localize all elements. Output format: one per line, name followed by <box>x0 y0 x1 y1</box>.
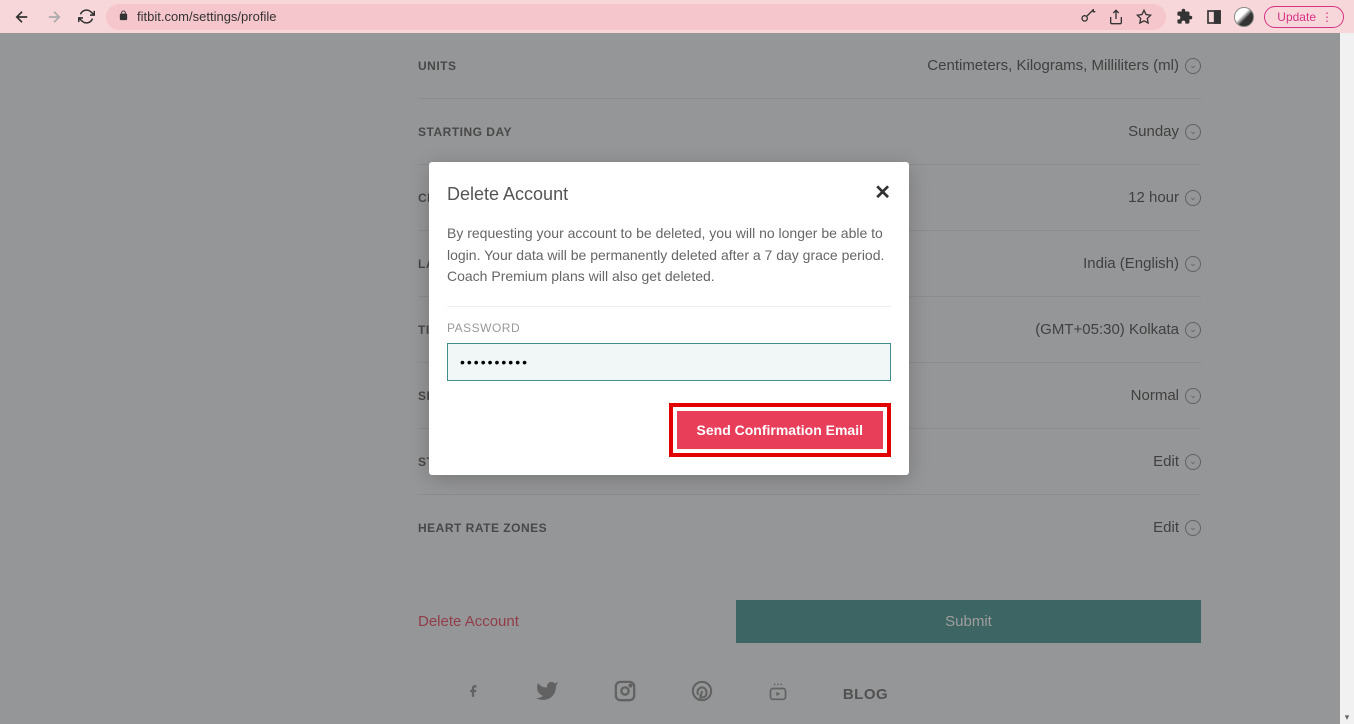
delete-account-modal: ✕ Delete Account By requesting your acco… <box>429 162 909 475</box>
modal-actions: Send Confirmation Email <box>447 403 891 457</box>
panel-icon[interactable] <box>1204 7 1224 27</box>
modal-description: By requesting your account to be deleted… <box>447 223 891 307</box>
close-icon[interactable]: ✕ <box>874 180 891 205</box>
scrollbar[interactable]: ▾ <box>1340 33 1354 724</box>
update-button[interactable]: Update ⋮ <box>1264 6 1344 28</box>
toolbar-right-icons: Update ⋮ <box>1174 6 1344 28</box>
profile-avatar[interactable] <box>1234 7 1254 27</box>
back-button[interactable] <box>10 5 34 29</box>
extensions-icon[interactable] <box>1174 7 1194 27</box>
highlight-annotation: Send Confirmation Email <box>669 403 891 457</box>
forward-button[interactable] <box>42 5 66 29</box>
share-icon[interactable] <box>1106 7 1126 27</box>
menu-dots-icon: ⋮ <box>1321 10 1333 24</box>
page-content: UNITSCentimeters, Kilograms, Milliliters… <box>0 33 1354 724</box>
url-text: fitbit.com/settings/profile <box>137 9 276 24</box>
send-confirmation-button[interactable]: Send Confirmation Email <box>677 411 883 449</box>
address-bar[interactable]: fitbit.com/settings/profile <box>106 4 1166 30</box>
browser-toolbar: fitbit.com/settings/profile Update ⋮ <box>0 0 1354 33</box>
update-label: Update <box>1277 10 1316 24</box>
scroll-down-icon[interactable]: ▾ <box>1340 710 1354 724</box>
reload-button[interactable] <box>74 5 98 29</box>
password-label: PASSWORD <box>447 321 891 335</box>
modal-title: Delete Account <box>447 184 891 205</box>
lock-icon <box>118 10 129 24</box>
password-input[interactable] <box>447 343 891 381</box>
key-icon[interactable] <box>1078 7 1098 27</box>
star-icon[interactable] <box>1134 7 1154 27</box>
